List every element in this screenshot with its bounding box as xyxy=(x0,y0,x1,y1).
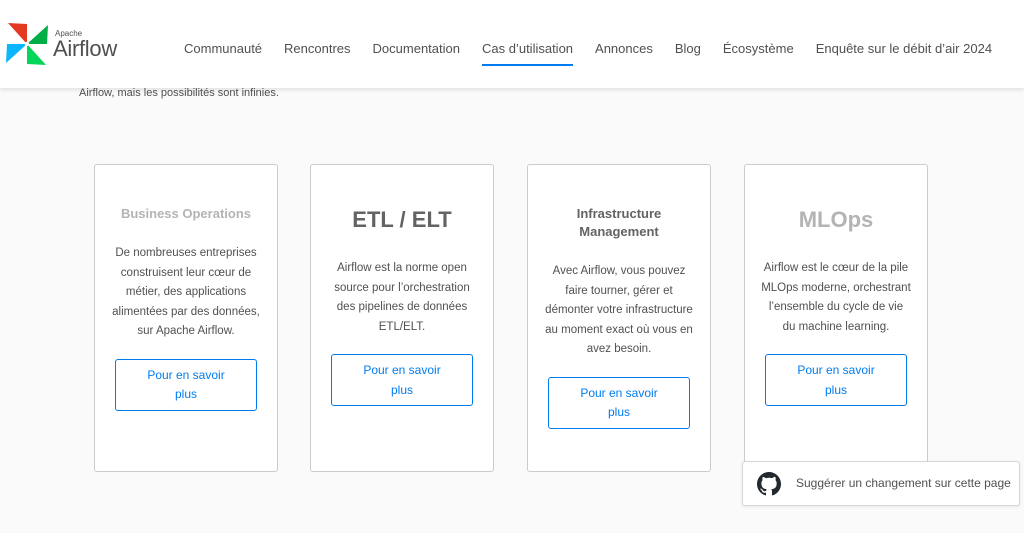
card-description: Airflow est le cœur de la pile MLOps mod… xyxy=(761,262,911,333)
card-title: MLOps xyxy=(798,207,874,232)
nav-item-cas-utilisation[interactable]: Cas d’utilisation xyxy=(481,41,574,66)
github-icon xyxy=(757,472,781,496)
learn-more-button[interactable]: Pour en savoir plus xyxy=(331,354,473,406)
card-title: Infrastructure Management xyxy=(576,206,662,239)
card-title: Business Operations xyxy=(120,206,252,221)
main-nav: Communauté Rencontres Documentation Cas … xyxy=(173,41,1003,66)
suggest-change-button[interactable]: Suggérer un changement sur cette page xyxy=(742,461,1020,506)
use-case-card-business-operations: Business Operations De nombreuses entrep… xyxy=(94,164,278,472)
card-description: Airflow est la norme open source pour l’… xyxy=(334,262,470,333)
nav-item-blog[interactable]: Blog xyxy=(675,41,701,66)
card-description: Avec Airflow, vous pouvez faire tourner,… xyxy=(545,265,693,355)
learn-more-button[interactable]: Pour en savoir plus xyxy=(548,376,690,429)
nav-item-enquete[interactable]: Enquête sur le débit d’air 2024 xyxy=(816,41,992,66)
nav-item-annonces[interactable]: Annonces xyxy=(595,41,653,66)
card-title: ETL / ELT xyxy=(352,207,452,232)
site-header: Apache Airflow Communauté Rencontres Doc… xyxy=(0,0,1024,88)
nav-item-documentation[interactable]: Documentation xyxy=(373,41,460,66)
learn-more-button[interactable]: Pour en savoir plus xyxy=(115,358,257,411)
use-case-card-infrastructure-management: Infrastructure Management Avec Airflow, … xyxy=(527,164,711,472)
card-description: De nombreuses entreprises construisent l… xyxy=(112,247,260,337)
intro-text: Airflow, mais les possibilités sont infi… xyxy=(79,87,279,99)
nav-item-rencontres[interactable]: Rencontres xyxy=(284,41,350,66)
nav-item-communaute[interactable]: Communauté xyxy=(184,41,262,66)
brand-name[interactable]: Airflow xyxy=(53,36,117,62)
use-case-card-etl-elt: ETL / ELT Airflow est la norme open sour… xyxy=(310,164,494,472)
use-case-card-mlops: MLOps Airflow est le cœur de la pile MLO… xyxy=(744,164,928,472)
suggest-change-label: Suggérer un changement sur cette page xyxy=(796,476,1011,490)
nav-item-ecosysteme[interactable]: Écosystème xyxy=(723,41,794,66)
learn-more-button[interactable]: Pour en savoir plus xyxy=(765,354,907,406)
airflow-logo-icon[interactable] xyxy=(4,21,50,67)
